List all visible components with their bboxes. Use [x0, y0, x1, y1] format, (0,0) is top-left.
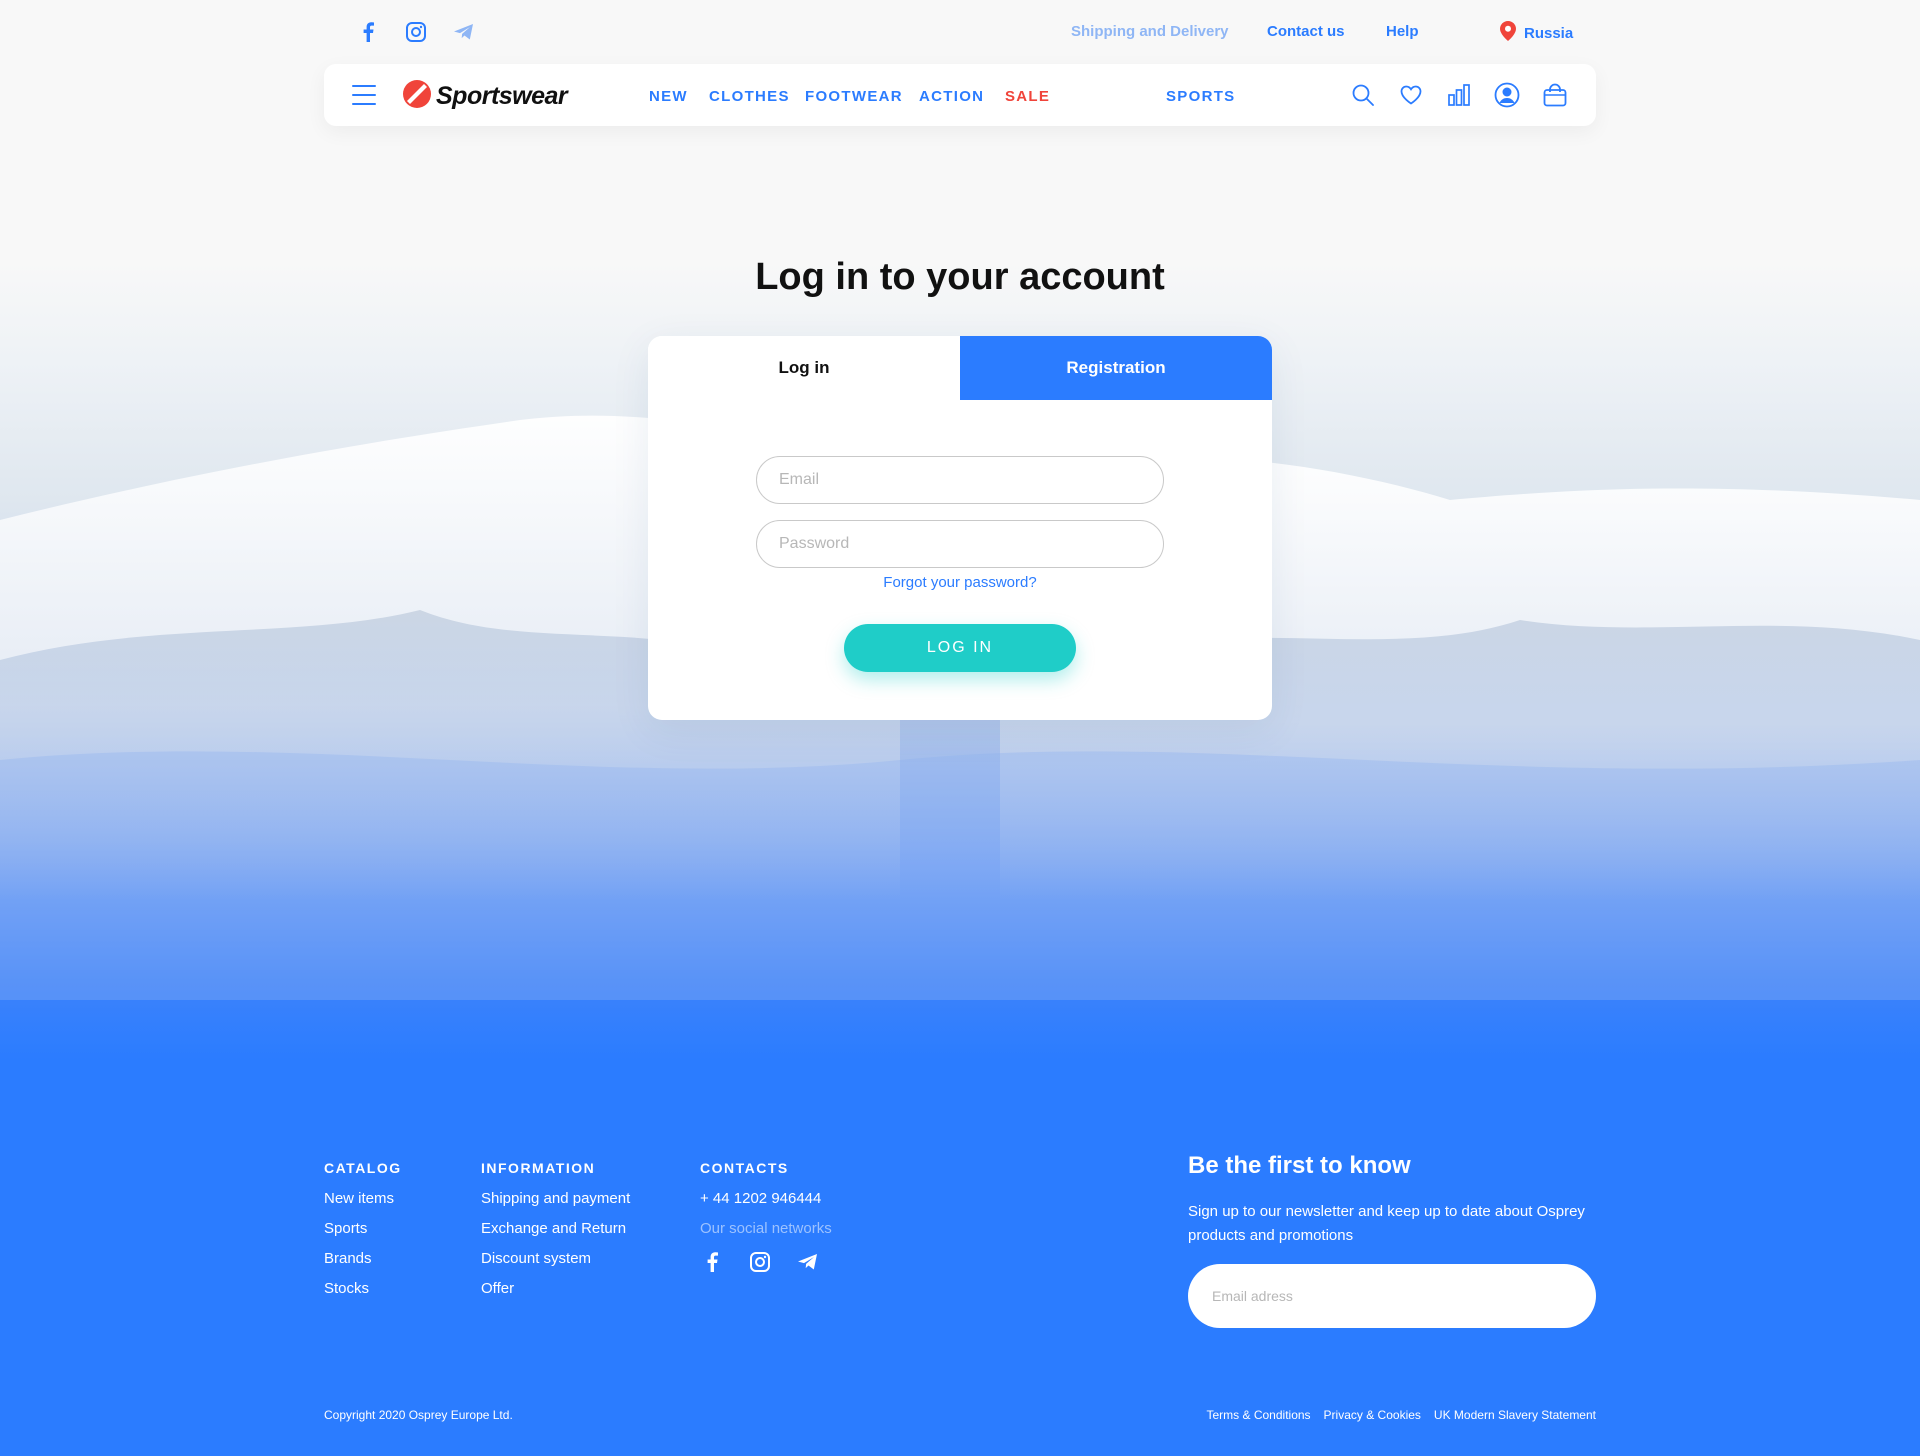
menu-icon[interactable] [352, 85, 376, 105]
nav-new[interactable]: NEW [649, 88, 688, 105]
nav-clothes[interactable]: CLOTHES [709, 88, 790, 105]
footer-social-links [700, 1250, 832, 1274]
top-social-links [356, 20, 476, 44]
logo-mark-icon [402, 79, 432, 114]
search-icon[interactable] [1350, 81, 1376, 109]
footer-link-sports[interactable]: Sports [324, 1220, 402, 1237]
nav-sports[interactable]: SPORTS [1166, 88, 1235, 105]
newsletter-text: Sign up to our newsletter and keep up to… [1188, 1203, 1585, 1244]
logo[interactable]: Sportswear [402, 79, 568, 114]
email-field[interactable] [756, 456, 1164, 504]
facebook-icon[interactable] [700, 1250, 724, 1274]
telegram-icon[interactable] [796, 1250, 820, 1274]
footer-phone[interactable]: + 44 1202 946444 [700, 1190, 832, 1207]
nav-footwear[interactable]: FOOTWEAR [805, 88, 903, 105]
main-header: Sportswear NEW CLOTHES FOOTWEAR ACTION S… [324, 64, 1596, 126]
footer-link-brands[interactable]: Brands [324, 1250, 402, 1267]
nav-sale[interactable]: SALE [1005, 88, 1050, 105]
shipping-delivery-link[interactable]: Shipping and Delivery [1071, 23, 1229, 40]
instagram-icon[interactable] [748, 1250, 772, 1274]
footer-link-discount-system[interactable]: Discount system [481, 1250, 630, 1267]
facebook-icon[interactable] [356, 20, 380, 44]
footer-contacts-title: CONTACTS [700, 1160, 789, 1176]
mountain-background [0, 0, 1920, 1456]
top-bar: Shipping and Delivery Contact us Help Ru… [324, 0, 1596, 64]
location-pin-icon [1500, 21, 1516, 45]
newsletter-email-input[interactable] [1188, 1264, 1596, 1328]
contact-us-link[interactable]: Contact us [1267, 23, 1345, 40]
header-actions [1350, 81, 1568, 109]
password-field[interactable] [756, 520, 1164, 568]
footer-catalog-title: CATALOG [324, 1160, 402, 1176]
instagram-icon[interactable] [404, 20, 428, 44]
privacy-link[interactable]: Privacy & Cookies [1324, 1408, 1421, 1422]
compare-icon[interactable] [1446, 81, 1472, 109]
footer-information-title: INFORMATION [481, 1160, 596, 1176]
footer-link-new-items[interactable]: New items [324, 1190, 402, 1207]
slavery-statement-link[interactable]: UK Modern Slavery Statement [1434, 1408, 1596, 1422]
footer-social-label: Our social networks [700, 1220, 832, 1237]
footer-information: INFORMATION Shipping and payment Exchang… [481, 1160, 630, 1310]
telegram-icon[interactable] [452, 20, 476, 44]
footer-link-exchange-return[interactable]: Exchange and Return [481, 1220, 630, 1237]
footer-contacts: CONTACTS + 44 1202 946444 Our social net… [700, 1160, 832, 1274]
footer-catalog: CATALOG New items Sports Brands Stocks [324, 1160, 402, 1310]
login-button[interactable]: LOG IN [844, 624, 1076, 672]
copyright: Copyright 2020 Osprey Europe Ltd. [324, 1408, 513, 1422]
terms-link[interactable]: Terms & Conditions [1207, 1408, 1311, 1422]
legal-links: Terms & Conditions Privacy & Cookies UK … [1207, 1408, 1597, 1422]
newsletter-title: Be the first to know [1188, 1152, 1411, 1179]
nav-action[interactable]: ACTION [919, 88, 984, 105]
login-card: Log in Registration Forgot your password… [648, 336, 1272, 720]
help-link[interactable]: Help [1386, 23, 1419, 40]
cart-icon[interactable] [1542, 81, 1568, 109]
logo-text: Sportswear [436, 82, 568, 110]
tab-login[interactable]: Log in [648, 336, 960, 400]
mountain-illustration [0, 415, 1920, 1000]
user-icon[interactable] [1494, 81, 1520, 109]
tab-registration[interactable]: Registration [960, 336, 1272, 400]
footer-link-stocks[interactable]: Stocks [324, 1280, 402, 1297]
heart-icon[interactable] [1398, 81, 1424, 109]
region-label: Russia [1524, 24, 1574, 42]
footer-link-offer[interactable]: Offer [481, 1280, 630, 1297]
footer-link-shipping-payment[interactable]: Shipping and payment [481, 1190, 630, 1207]
forgot-password-link[interactable]: Forgot your password? [648, 574, 1272, 591]
page-title: Log in to your account [755, 256, 1165, 298]
region-selector[interactable]: Russia [1500, 21, 1573, 45]
